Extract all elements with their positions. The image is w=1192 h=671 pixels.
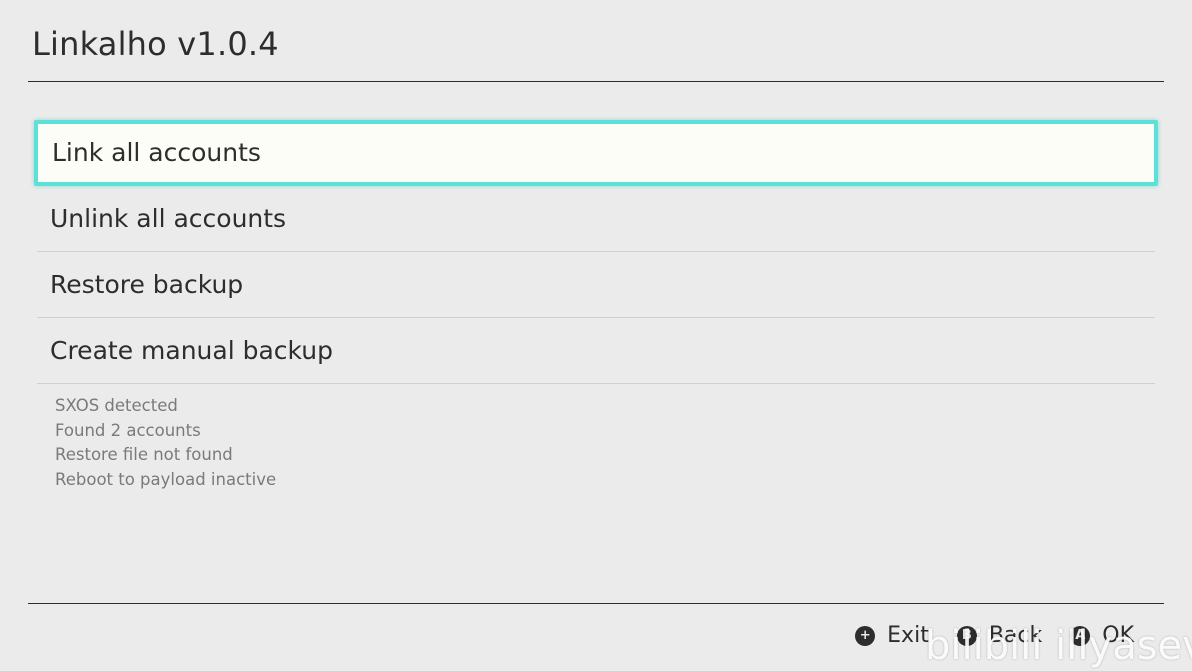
linkalho-app: Linkalho v1.0.4 Link all accounts Unlink… (0, 0, 1192, 671)
footer-divider (28, 603, 1164, 604)
ok-label: OK (1102, 623, 1134, 648)
exit-hint[interactable]: + Exit (855, 620, 929, 652)
status-line-restore-file: Restore file not found (55, 445, 233, 465)
menu-item-label: Restore backup (50, 270, 244, 299)
status-line-accounts: Found 2 accounts (55, 420, 201, 440)
menu-item-restore-backup[interactable]: Restore backup (37, 252, 1155, 318)
menu-item-label: Link all accounts (52, 138, 261, 167)
back-label: Back (988, 623, 1043, 648)
status-line-reboot-payload: Reboot to payload inactive (55, 470, 277, 490)
header-divider (28, 81, 1164, 82)
exit-label: Exit (887, 623, 929, 648)
menu-item-create-manual-backup[interactable]: Create manual backup (37, 318, 1155, 384)
menu-item-label: Create manual backup (50, 336, 333, 365)
ok-hint[interactable]: A OK (1070, 620, 1134, 652)
a-button-icon: A (1070, 626, 1091, 646)
status-panel: SXOS detected Found 2 accounts Restore f… (55, 394, 276, 493)
plus-button-icon: + (855, 626, 876, 646)
menu-item-label: Unlink all accounts (50, 204, 287, 233)
menu-item-link-all-accounts[interactable]: Link all accounts (34, 120, 1158, 186)
page-title: Linkalho v1.0.4 (32, 25, 279, 63)
back-hint[interactable]: B Back (956, 620, 1043, 652)
main-menu: Link all accounts Unlink all accounts Re… (34, 120, 1158, 384)
menu-item-unlink-all-accounts[interactable]: Unlink all accounts (37, 186, 1155, 252)
button-hints: + Exit B Back A OK (855, 620, 1134, 652)
status-line-os: SXOS detected (55, 396, 178, 415)
b-button-icon: B (956, 626, 977, 646)
